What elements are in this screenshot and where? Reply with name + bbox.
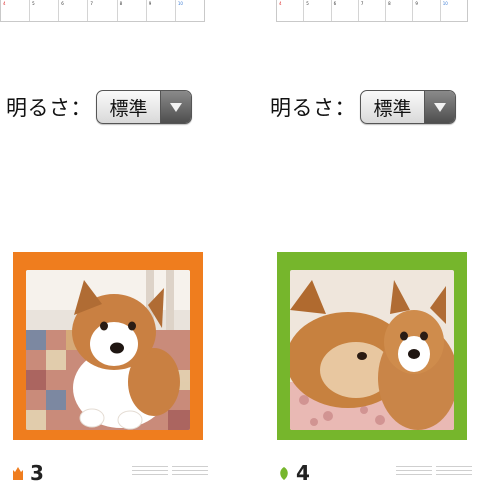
calendar-day-number: 6: [333, 1, 337, 6]
mini-calendar: [132, 466, 168, 480]
calendar-day-cell: 9: [145, 0, 175, 21]
calendar-day-cell: 5: [303, 0, 330, 21]
calendar-day-cell: 10: [174, 0, 204, 21]
calendar-day-cell: 6: [58, 0, 87, 21]
calendar-day-cell: 8: [385, 0, 412, 21]
mini-calendar: [436, 466, 472, 480]
brightness-setting-left: 明るさ： 標準: [6, 88, 192, 126]
month-number: 3: [30, 461, 44, 485]
brightness-label: 明るさ：: [270, 96, 356, 120]
calendar-day-number: 10: [442, 1, 448, 6]
puppies-photo: [290, 270, 454, 430]
calendar-day-number: 6: [61, 1, 64, 6]
calendar-day-cell: 5: [29, 0, 58, 21]
month-number: 4: [296, 461, 310, 485]
brightness-select[interactable]: 標準: [360, 90, 456, 124]
calendar-day-number: 8: [119, 1, 123, 6]
calendar-day-number: 7: [360, 1, 364, 6]
calendar-day-number: 8: [388, 1, 391, 6]
calendar-day-number: 4: [3, 1, 6, 6]
brightness-label: 明るさ：: [6, 96, 92, 120]
calendar-day-number: 4: [279, 1, 282, 6]
calendar-day-cell: 8: [116, 0, 146, 21]
calendar-day-cell: 4: [1, 0, 29, 21]
calendar-day-number: 5: [32, 1, 35, 6]
calendar-card-april[interactable]: [277, 252, 467, 440]
mini-calendar: [172, 466, 208, 480]
calendar-day-cell: 10: [439, 0, 467, 21]
calendar-day-cell: 9: [412, 0, 439, 21]
leaf-icon: [280, 467, 288, 480]
brightness-select-value: 標準: [109, 97, 148, 120]
calendar-day-cell: 7: [357, 0, 385, 21]
calendar-day-cell: 7: [87, 0, 116, 21]
calendar-strip-left: 4 5 6 7 8 9 10: [0, 0, 205, 22]
mini-calendar: [396, 466, 432, 480]
calendar-day-number: 10: [177, 1, 183, 6]
calendar-card-march[interactable]: [13, 252, 203, 440]
calendar-day-number: 9: [148, 1, 152, 6]
calendar-strip-right: 4 5 6 7 8 9 10: [276, 0, 468, 22]
calendar-day-cell: 6: [330, 0, 358, 21]
brightness-select-value: 標準: [373, 97, 412, 120]
calendar-day-cell: 4: [277, 0, 303, 21]
cat-icon: [13, 467, 23, 480]
brightness-setting-right: 明るさ： 標準: [270, 88, 456, 126]
month-row-march: 3: [12, 461, 208, 485]
month-row-april: 4: [278, 461, 472, 485]
calendar-day-number: 7: [90, 1, 93, 6]
calendar-day-number: 5: [306, 1, 309, 6]
puppy-photo: [26, 270, 190, 430]
chevron-down-icon[interactable]: [424, 91, 455, 123]
calendar-day-number: 9: [415, 1, 418, 6]
chevron-down-icon[interactable]: [160, 91, 191, 123]
brightness-select[interactable]: 標準: [96, 90, 192, 124]
